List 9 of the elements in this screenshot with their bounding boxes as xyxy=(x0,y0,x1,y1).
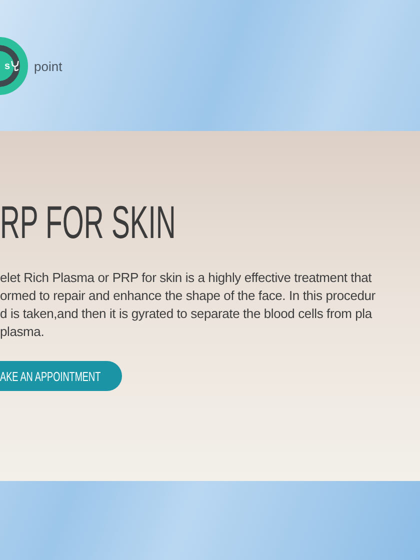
appointment-button[interactable]: AKE AN APPOINTMENT xyxy=(0,361,122,391)
hero-title: RP FOR SKIN xyxy=(0,197,176,247)
stethoscope-icon xyxy=(10,59,20,73)
hero-text-line: ormed to repair and enhance the shape of the face. In this procedur xyxy=(0,287,376,305)
hero-text-line: d is taken,and then it is gyrated to separate the blood cells from pla xyxy=(0,305,374,323)
hero-text-line: elet Rich Plasma or PRP for skin is a highly effective treatment that xyxy=(0,269,373,287)
hero-text-line: plasma. xyxy=(0,323,46,341)
logo-name: point xyxy=(34,58,62,74)
logo-letter: s xyxy=(4,60,10,72)
